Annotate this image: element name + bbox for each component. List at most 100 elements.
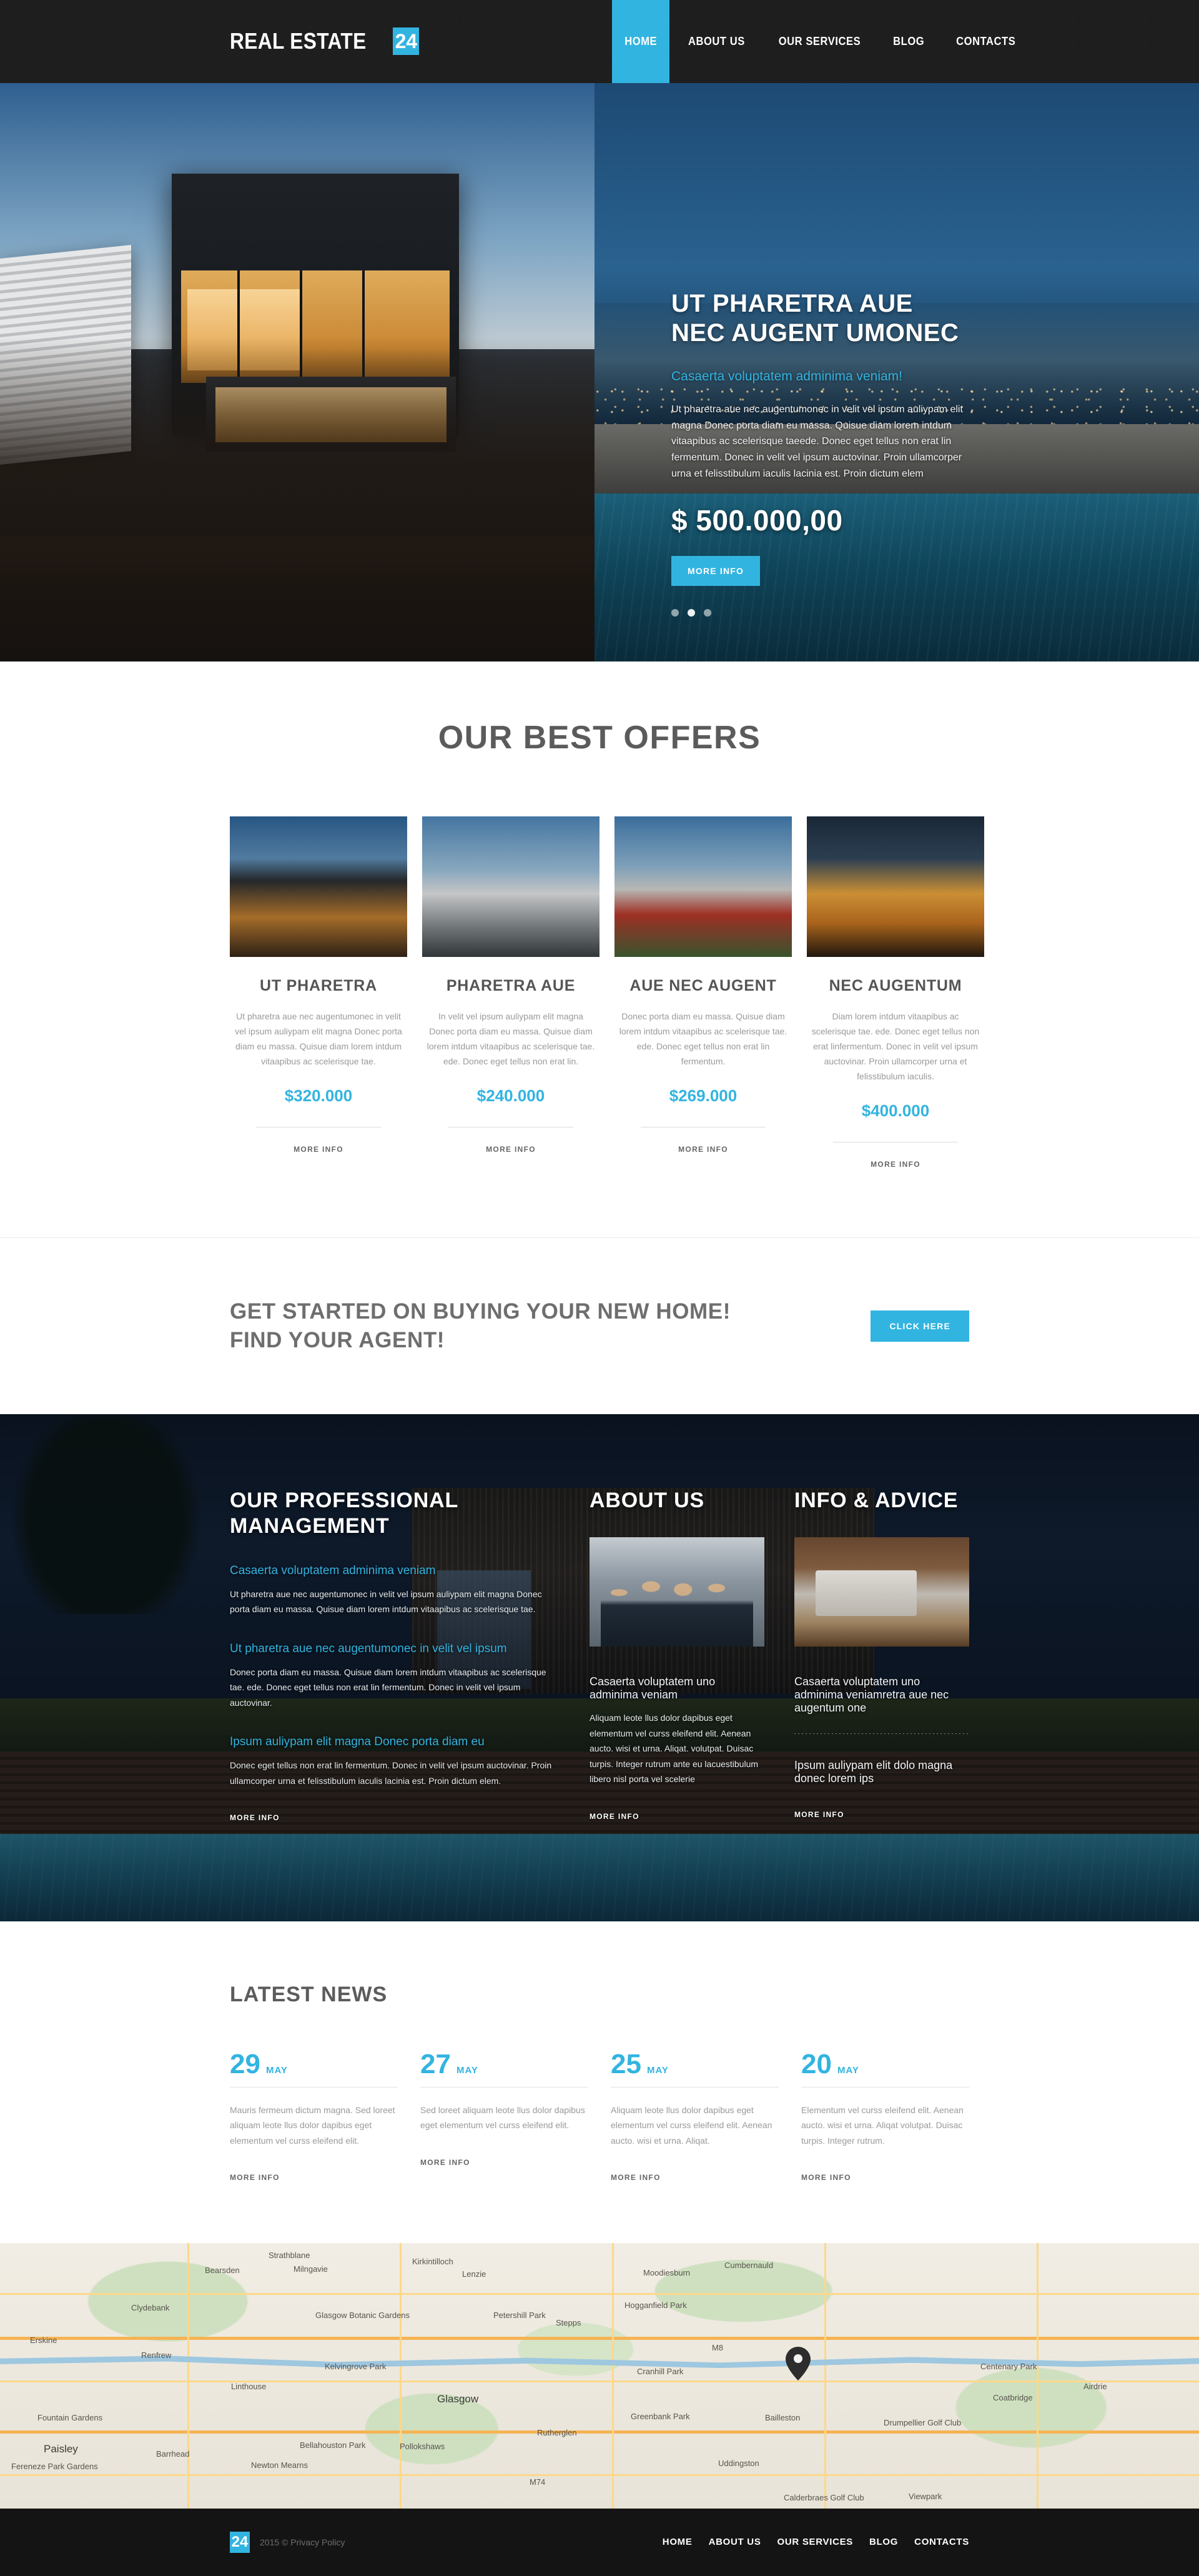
info-advice-heading-2: Ipsum auliypam elit dolo magna donec lor… (794, 1759, 953, 1785)
news-item[interactable]: 20 MAY Elementum vel curss eleifend elit. … (801, 2051, 969, 2182)
hero-description: Ut pharetra aue nec augentumonec in veli… (671, 404, 963, 480)
offer-card-image (230, 816, 407, 957)
map-label: Airdrie (1083, 2381, 1107, 2391)
news-more-info-link[interactable]: MORE INFO (611, 2173, 661, 2182)
site-logo[interactable]: REAL ESTATE 24 (230, 27, 420, 55)
offer-cards: UT PHARETRA Ut pharetra aue nec augentumo… (230, 816, 984, 1170)
news-body: Sed loreet aliquam leote llus dolor dapi… (420, 2105, 585, 2131)
site-header: REAL ESTATE 24 HOME ABOUT US OUR SERVICES B… (0, 0, 1199, 83)
nav-item-contacts[interactable]: CONTACTS (943, 0, 1028, 83)
footer-navigation: HOME ABOUT US OUR SERVICES BLOG CONTACTS (663, 2537, 969, 2547)
map-label: Renfrew (141, 2350, 172, 2360)
news-items: 29 MAY Mauris fermeum dictum magna. Sed lo… (230, 2051, 969, 2182)
news-date: 25 MAY (611, 2051, 779, 2078)
news-body: Aliquam leote llus dolor dapibus eget el… (611, 2105, 772, 2146)
management-more-info-link[interactable]: MORE INFO (230, 1813, 280, 1822)
footer-nav-item-about-us[interactable]: ABOUT US (709, 2537, 761, 2547)
offer-card[interactable]: AUE NEC AUGENT Donec porta diam eu massa.… (614, 816, 792, 1170)
cta-click-here-button[interactable]: CLICK HERE (871, 1310, 969, 1342)
hero-title: UT PHARETRA AUE NEC AUGENT UMONEC (671, 290, 959, 347)
divider (230, 2087, 398, 2088)
management-paragraph-1: Ut pharetra aue nec augentumonec in veli… (230, 1588, 542, 1615)
map-label: Clydebank (131, 2302, 170, 2312)
map-location-pin-icon[interactable] (786, 2346, 811, 2380)
footer-nav-item-our-services[interactable]: OUR SERVICES (777, 2537, 854, 2547)
news-item[interactable]: 29 MAY Mauris fermeum dictum magna. Sed lo… (230, 2051, 398, 2182)
offer-card-body: In velit vel ipsum auliypam elit magna D… (427, 1011, 595, 1067)
slider-dot-2[interactable] (688, 609, 695, 617)
map-label: Calderbraes Golf Club (784, 2492, 864, 2502)
offers-section-title: OUR BEST OFFERS (438, 720, 761, 756)
slider-dot-3[interactable] (704, 609, 711, 617)
news-item[interactable]: 25 MAY Aliquam leote llus dolor dapibus eg… (611, 2051, 779, 2182)
offer-card-more-info-link[interactable]: MORE INFO (871, 1160, 920, 1169)
offer-card-price: $240.000 (476, 1086, 545, 1106)
offer-card-title: NEC AUGENTUM (829, 977, 962, 994)
offer-card-more-info-link[interactable]: MORE INFO (678, 1145, 728, 1154)
offer-card-title: AUE NEC AUGENT (629, 977, 777, 994)
cta-line-1: GET STARTED ON BUYING YOUR NEW HOME! (230, 1299, 731, 1324)
offer-card[interactable]: NEC AUGENTUM Diam lorem intdum vitaapibus… (807, 816, 984, 1170)
nav-item-home[interactable]: HOME (612, 0, 670, 83)
news-day: 20 (801, 2049, 832, 2080)
logo-badge: 24 (393, 27, 420, 55)
offer-card-image (807, 816, 984, 957)
news-day: 27 (420, 2049, 451, 2080)
info-advice-interior-photo (794, 1537, 969, 1647)
news-more-info-link[interactable]: MORE INFO (230, 2173, 280, 2182)
news-more-info-link[interactable]: MORE INFO (420, 2158, 470, 2167)
map-label: Cumbernauld (724, 2260, 774, 2270)
map-label: Uddingston (718, 2458, 759, 2468)
news-month: MAY (646, 2065, 669, 2076)
map-label: Bearsden (205, 2265, 240, 2275)
map-label: M74 (530, 2477, 546, 2487)
map-label: Fereneze Park Gardens (11, 2461, 98, 2471)
about-us-column: ABOUT US Casaerta voluptatem uno adminim… (590, 1488, 764, 1823)
cta-line-2: FIND YOUR AGENT! (230, 1328, 445, 1353)
management-subtitle-2: Ut pharetra aue nec augentumonec in veli… (230, 1642, 507, 1655)
offer-card-image (422, 816, 600, 957)
offer-card-more-info-link[interactable]: MORE INFO (486, 1145, 536, 1154)
offer-card-more-info-link[interactable]: MORE INFO (294, 1145, 343, 1154)
slider-dot-1[interactable] (671, 609, 679, 617)
news-month: MAY (265, 2065, 288, 2076)
nav-item-our-services[interactable]: OUR SERVICES (766, 0, 874, 83)
footer-nav-item-blog[interactable]: BLOG (869, 2537, 898, 2547)
offer-card-price: $320.000 (284, 1086, 353, 1106)
news-section-title: LATEST NEWS (230, 1983, 388, 2007)
map-label: Bailleston (765, 2412, 801, 2422)
hero-more-info-button[interactable]: MORE INFO (671, 556, 761, 587)
offer-card[interactable]: UT PHARETRA Ut pharetra aue nec augentumo… (230, 816, 407, 1170)
slider-dots (671, 609, 711, 617)
about-us-more-info-link[interactable]: MORE INFO (590, 1812, 639, 1821)
management-subtitle-3: Ipsum auliypam elit magna Donec porta di… (230, 1735, 485, 1749)
offer-card[interactable]: PHARETRA AUE In velit vel ipsum auliypam … (422, 816, 600, 1170)
map-label: Bellahouston Park (300, 2440, 366, 2450)
footer-nav-item-contacts[interactable]: CONTACTS (914, 2537, 969, 2547)
nav-item-about-us[interactable]: ABOUT US (676, 0, 757, 83)
map-label: Erskine (30, 2335, 57, 2345)
news-body: Elementum vel curss eleifend elit. Aenea… (801, 2105, 964, 2146)
offer-card-body: Donec porta diam eu massa. Quisue diam l… (619, 1011, 787, 1067)
info-advice-more-info-link[interactable]: MORE INFO (794, 1810, 844, 1819)
offer-card-body: Diam lorem intdum vitaapibus ac sceleris… (811, 1011, 980, 1082)
news-more-info-link[interactable]: MORE INFO (801, 2173, 851, 2182)
news-date: 27 MAY (420, 2051, 588, 2078)
about-us-heading: Casaerta voluptatem uno adminima veniam (590, 1675, 716, 1702)
management-paragraph-2: Donec porta diam eu massa. Quisue diam l… (230, 1667, 546, 1708)
offer-card-body: Ut pharetra aue nec augentumonec in veli… (235, 1011, 402, 1067)
divider (801, 2087, 969, 2088)
map-label: Newton Mearns (251, 2460, 308, 2470)
news-item[interactable]: 27 MAY Sed loreet aliquam leote llus dolor… (420, 2051, 588, 2182)
footer-nav-item-home[interactable]: HOME (663, 2537, 693, 2547)
info-advice-heading: Casaerta voluptatem uno adminima veniamr… (794, 1675, 949, 1715)
location-map[interactable]: Glasgow Paisley Airdrie Bearsden Kirkintillo… (0, 2242, 1199, 2509)
offer-card-price: $400.000 (861, 1101, 930, 1121)
map-label: Kirkintilloch (412, 2256, 453, 2266)
divider (420, 2087, 588, 2088)
map-label: Lenzie (462, 2269, 486, 2279)
nav-item-blog[interactable]: BLOG (881, 0, 937, 83)
professional-management-column: OUR PROFESSIONAL MANAGEMENT Casaerta vol… (230, 1488, 560, 1823)
news-date: 29 MAY (230, 2051, 398, 2078)
offer-card-title: PHARETRA AUE (446, 977, 576, 994)
